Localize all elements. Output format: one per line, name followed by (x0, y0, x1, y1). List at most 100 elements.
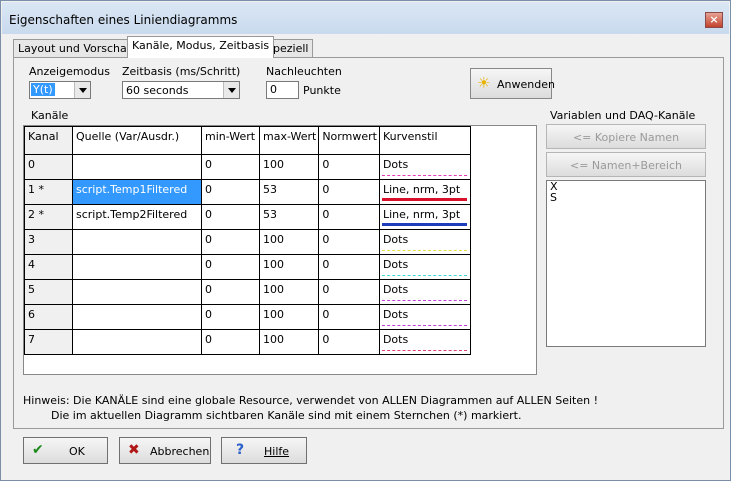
ok-button[interactable]: ✔ OK (23, 437, 108, 464)
cell-min[interactable]: 0 (201, 329, 260, 355)
cell-norm[interactable]: 0 (318, 329, 380, 355)
chevron-down-icon[interactable] (223, 82, 239, 98)
norm-value: 0 (322, 333, 330, 346)
table-header-row: Kanal Quelle (Var/Ausdr.) min-Wert max-W… (24, 126, 471, 155)
tab-channels[interactable]: Kanäle, Modus, Zeitbasis (127, 36, 275, 58)
list-item[interactable]: S (547, 192, 705, 203)
cell-stil[interactable]: Dots (378, 329, 471, 355)
cell-norm[interactable]: 0 (318, 179, 380, 205)
chevron-down-icon[interactable] (74, 82, 90, 98)
cell-quelle[interactable]: script.Temp1Filtered (72, 179, 202, 205)
close-button[interactable]: × (705, 12, 723, 28)
cell-kanal[interactable]: 3 (24, 229, 73, 255)
kanal-value: 2 * (28, 208, 44, 221)
cell-quelle[interactable] (72, 329, 202, 355)
cell-stil[interactable]: Dots (378, 304, 471, 330)
cell-kanal[interactable]: 7 (24, 329, 73, 355)
table-row[interactable]: 3 0 100 0 Dots (24, 229, 471, 255)
cell-max[interactable]: 100 (258, 254, 320, 280)
cell-min[interactable]: 0 (201, 304, 260, 330)
cell-stil[interactable]: Dots (378, 279, 471, 305)
max-value: 53 (263, 208, 277, 221)
cell-quelle[interactable] (72, 154, 202, 180)
norm-value: 0 (322, 283, 330, 296)
header-min: min-Wert (201, 126, 260, 155)
cell-max[interactable]: 100 (258, 329, 320, 355)
max-value: 100 (263, 308, 284, 321)
table-row[interactable]: 4 0 100 0 Dots (24, 254, 471, 280)
names-range-button[interactable]: <= Namen+Bereich (546, 152, 706, 177)
cell-kanal[interactable]: 1 * (24, 179, 73, 205)
table-row[interactable]: 2 * script.Temp2Filtered 0 53 0 Line, nrm, 3p… (24, 204, 471, 230)
cell-quelle[interactable] (72, 254, 202, 280)
table-row[interactable]: 1 * script.Temp1Filtered 0 53 0 Line, nrm, 3p… (24, 179, 471, 205)
copy-names-button[interactable]: <= Kopiere Namen (546, 124, 706, 149)
cell-max[interactable]: 100 (258, 229, 320, 255)
help-button[interactable]: ? Hilfe (221, 437, 307, 464)
norm-value: 0 (322, 158, 330, 171)
afterglow-input[interactable]: 0 (266, 81, 299, 99)
cell-min[interactable]: 0 (201, 279, 260, 305)
cell-norm[interactable]: 0 (318, 304, 380, 330)
stil-value: Dots (382, 283, 409, 296)
cell-kanal[interactable]: 2 * (24, 204, 73, 230)
cell-norm[interactable]: 0 (318, 154, 380, 180)
cell-quelle[interactable] (72, 304, 202, 330)
cell-kanal[interactable]: 4 (24, 254, 73, 280)
variables-list[interactable]: X S (546, 180, 706, 347)
cell-kanal[interactable]: 5 (24, 279, 73, 305)
line-style-swatch (381, 223, 467, 226)
stil-value: Line, nrm, 3pt (382, 208, 461, 221)
cell-max[interactable]: 53 (258, 179, 320, 205)
cell-min[interactable]: 0 (201, 154, 260, 180)
stil-value: Dots (382, 333, 409, 346)
max-value: 100 (263, 283, 284, 296)
title-bar[interactable]: Eigenschaften eines Liniendiagramms × (2, 2, 729, 34)
timebase-select[interactable]: 60 seconds (122, 81, 240, 99)
cell-norm[interactable]: 0 (318, 229, 380, 255)
channel-grid[interactable]: Kanal Quelle (Var/Ausdr.) min-Wert max-W… (23, 125, 537, 375)
cell-quelle[interactable] (72, 229, 202, 255)
apply-button[interactable]: ☀ Anwenden (470, 68, 555, 99)
tab-layout[interactable]: Layout und Vorschau (13, 39, 139, 57)
cell-stil[interactable]: Dots (378, 229, 471, 255)
cell-norm[interactable]: 0 (318, 279, 380, 305)
cell-stil[interactable]: Dots (378, 254, 471, 280)
variables-label: Variablen und DAQ-Kanäle (550, 109, 696, 122)
cell-quelle[interactable]: script.Temp2Filtered (72, 204, 202, 230)
cancel-button[interactable]: ✖ Abbrechen (119, 437, 211, 464)
copy-names-label: <= Kopiere Namen (572, 131, 680, 144)
list-item[interactable]: X (547, 181, 705, 192)
table-row[interactable]: 6 0 100 0 Dots (24, 304, 471, 330)
cell-stil[interactable]: Line, nrm, 3pt (378, 204, 471, 230)
cell-min[interactable]: 0 (201, 254, 260, 280)
cell-kanal[interactable]: 6 (24, 304, 73, 330)
cell-norm[interactable]: 0 (318, 254, 380, 280)
cell-min[interactable]: 0 (201, 204, 260, 230)
cell-stil[interactable]: Line, nrm, 3pt (378, 179, 471, 205)
afterglow-unit: Punkte (303, 84, 341, 97)
min-value: 0 (205, 233, 212, 246)
cell-norm[interactable]: 0 (318, 204, 380, 230)
norm-value: 0 (322, 258, 330, 271)
cell-min[interactable]: 0 (201, 179, 260, 205)
cell-max[interactable]: 100 (258, 154, 320, 180)
sun-icon: ☀ (477, 74, 491, 92)
mode-select[interactable]: Y(t) (29, 81, 91, 99)
cell-kanal[interactable]: 0 (24, 154, 73, 180)
cell-max[interactable]: 100 (258, 279, 320, 305)
cell-max[interactable]: 100 (258, 304, 320, 330)
table-row[interactable]: 5 0 100 0 Dots (24, 279, 471, 305)
min-value: 0 (205, 208, 212, 221)
cell-min[interactable]: 0 (201, 229, 260, 255)
table-row[interactable]: 0 0 100 0 Dots (24, 154, 471, 180)
hint-line1: Hinweis: Die KANÄLE sind eine globale Re… (23, 394, 599, 407)
cell-max[interactable]: 53 (258, 204, 320, 230)
table-row[interactable]: 7 0 100 0 Dots (24, 329, 471, 355)
cell-quelle[interactable] (72, 279, 202, 305)
stil-value: Dots (382, 233, 409, 246)
max-value: 100 (263, 258, 284, 271)
norm-value: 0 (322, 233, 330, 246)
cell-stil[interactable]: Dots (378, 154, 471, 180)
norm-value: 0 (322, 208, 330, 221)
